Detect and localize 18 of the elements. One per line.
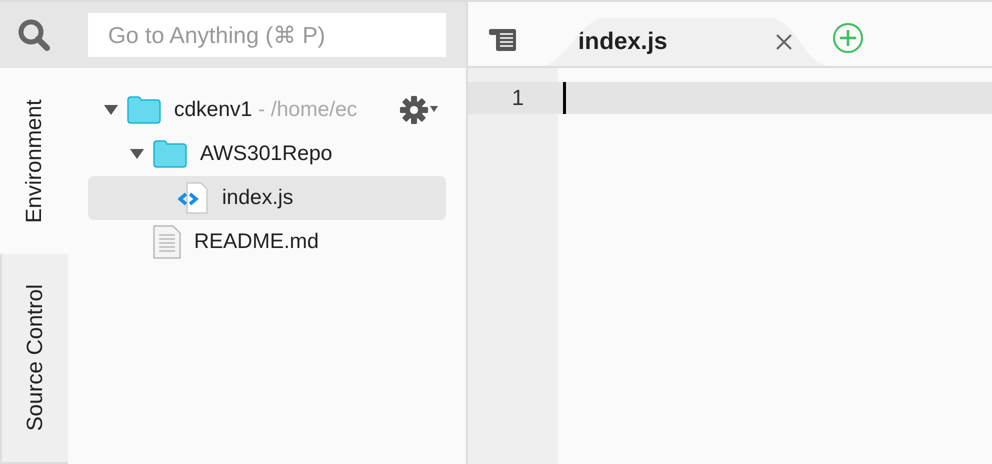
path-text: - /home/ec [257, 98, 358, 122]
tree-item[interactable]: AWS301Repo [88, 132, 446, 176]
code-file-icon [178, 182, 210, 214]
caret-icon[interactable] [104, 105, 118, 115]
text-cursor [563, 82, 566, 114]
caret-icon[interactable] [130, 149, 144, 159]
folder-icon [152, 140, 188, 168]
side-tab[interactable]: Source Control [0, 254, 68, 464]
panel-menu-icon[interactable] [488, 28, 518, 52]
folder-icon [126, 96, 162, 124]
tree-item[interactable]: cdkenv1 - /home/ec [88, 88, 446, 132]
close-icon[interactable] [774, 32, 794, 52]
tree-item[interactable]: index.js [88, 176, 446, 220]
document-icon [152, 225, 182, 259]
search-field[interactable]: Go to Anything (⌘ P) [88, 13, 446, 57]
settings-icon[interactable] [400, 96, 440, 124]
line-number: 1 [468, 82, 558, 114]
tree-item[interactable]: README.md [88, 220, 446, 264]
